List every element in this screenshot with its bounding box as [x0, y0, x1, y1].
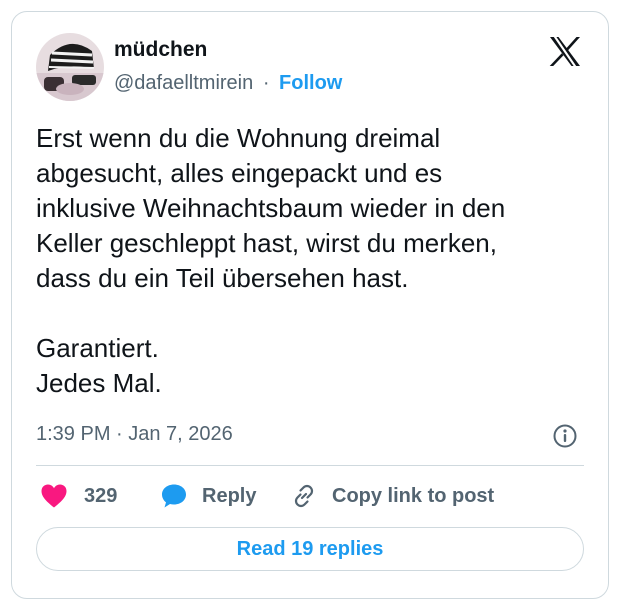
copy-link-button[interactable]: Copy link to post — [290, 480, 494, 512]
reply-label: Reply — [202, 484, 257, 507]
link-icon — [290, 482, 318, 510]
separator-dot: · — [262, 72, 270, 94]
avatar[interactable] — [36, 33, 104, 101]
follow-link[interactable]: Follow — [279, 72, 342, 94]
reply-button[interactable]: Reply — [160, 480, 256, 512]
heart-icon — [40, 483, 68, 509]
like-count: 329 — [84, 484, 118, 507]
speech-bubble-icon — [160, 482, 188, 510]
handle-row: @dafaelltmirein · Follow — [114, 72, 342, 95]
user-handle[interactable]: @dafaelltmirein — [114, 72, 253, 94]
x-logo-icon[interactable] — [549, 37, 581, 66]
info-icon[interactable] — [552, 423, 578, 449]
read-replies-button[interactable]: Read 19 replies — [36, 527, 584, 571]
tweet-card: müdchen @dafaelltmirein · Follow Erst we… — [11, 11, 609, 599]
display-name[interactable]: müdchen — [114, 38, 207, 62]
like-button[interactable]: 329 — [40, 480, 117, 512]
timestamp[interactable]: 1:39 PM · Jan 7, 2026 — [36, 423, 233, 446]
divider — [36, 465, 584, 466]
tweet-text: Erst wenn du die Wohnung dreimal abgesuc… — [36, 123, 506, 398]
copy-link-label: Copy link to post — [332, 484, 495, 507]
